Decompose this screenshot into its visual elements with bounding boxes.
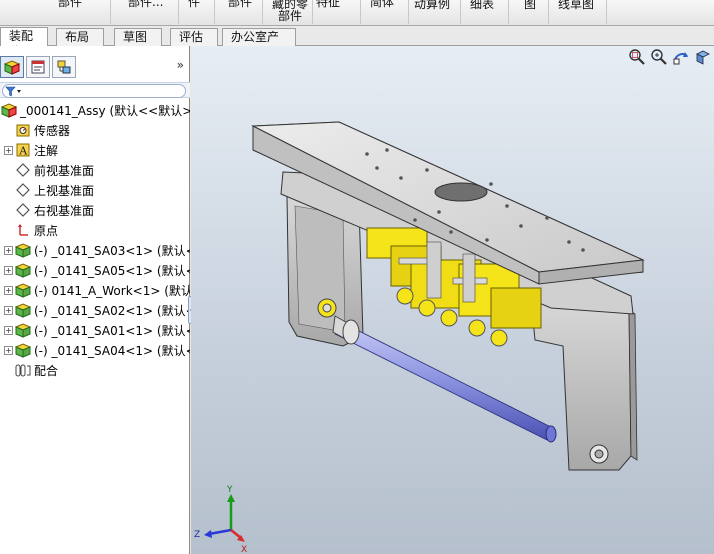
tree-item-label: (-) _0141_SA02<1> (默认< — [34, 303, 190, 318]
tree-item-label: 原点 — [34, 223, 59, 238]
feature-tree-icon — [3, 60, 21, 75]
panel-expand-icon[interactable]: » — [177, 58, 184, 72]
tree-expand-toggle[interactable]: + — [4, 345, 13, 355]
feature-tree: _000141_Assy (默认<<默认>_ 传感器 + A 注解前视基准面上视基准面右… — [0, 100, 190, 500]
configuration-manager-icon — [57, 60, 71, 74]
tree-item[interactable]: 前视基准面 — [0, 160, 190, 180]
configuration-manager-tab[interactable] — [52, 56, 76, 78]
tree-expand-toggle[interactable]: + — [4, 145, 13, 155]
ribbon-button-drawing[interactable]: 图 — [524, 0, 536, 10]
tree-expand-toggle[interactable]: + — [4, 305, 13, 315]
tree-item[interactable]: _000141_Assy (默认<<默认>_ — [0, 100, 190, 120]
tree-item[interactable]: + (-) _0141_SA04<1> (默认< — [0, 340, 190, 360]
annotation-icon: A — [14, 141, 32, 159]
subassembly-icon — [14, 281, 32, 299]
tree-filter-input[interactable] — [2, 84, 186, 98]
tab-office-products[interactable]: 办公室产品 — [222, 28, 296, 60]
tab-layout[interactable]: 布局 — [56, 28, 104, 46]
tree-item-label: (-) _0141_SA05<1> (默认< — [34, 263, 190, 278]
ribbon-button-motion-study[interactable]: 动算例 — [414, 0, 450, 10]
subassembly-icon — [14, 301, 32, 319]
plane-icon — [14, 201, 32, 219]
sensor-icon — [14, 121, 32, 139]
subassembly-icon — [14, 341, 32, 359]
tree-expand-toggle[interactable]: + — [4, 285, 13, 295]
tree-expand-toggle[interactable]: + — [4, 325, 13, 335]
tab-assembly[interactable]: 装配体 — [0, 27, 48, 59]
graphics-viewport[interactable]: Y Z X — [191, 46, 714, 554]
tree-item[interactable]: 配合 — [0, 360, 190, 380]
triad-y-label: Y — [226, 485, 233, 495]
tree-item-label: (-) 0141_A_Work<1> (默认 — [34, 283, 190, 298]
tree-item[interactable]: + (-) _0141_SA05<1> (默认< — [0, 260, 190, 280]
triad-x-label: X — [241, 545, 247, 554]
tree-item-label: (-) _0141_SA01<1> (默认< — [34, 323, 190, 338]
ribbon-button-feature[interactable]: 特征 — [316, 0, 340, 8]
feature-manager-tab[interactable] — [0, 56, 24, 78]
triad-z-label: Z — [194, 530, 200, 540]
mates-icon — [14, 361, 32, 379]
tree-item-label: 上视基准面 — [34, 183, 95, 198]
filter-funnel-icon — [5, 86, 21, 97]
tree-item-label: 右视基准面 — [34, 203, 95, 218]
tree-item-label: (-) _0141_SA03<1> (默认< — [34, 243, 190, 258]
tree-item-label: _000141_Assy (默认<<默认>_ — [20, 103, 190, 118]
assembly-model[interactable]: Y Z X — [191, 46, 714, 554]
tree-item[interactable]: + (-) _0141_SA03<1> (默认< — [0, 240, 190, 260]
coordinate-triad: Y Z X — [194, 485, 247, 554]
tree-item[interactable]: 右视基准面 — [0, 200, 190, 220]
tree-item-label: 配合 — [34, 363, 59, 378]
tree-expand-toggle[interactable]: + — [4, 265, 13, 275]
tree-item[interactable]: 传感器 — [0, 120, 190, 140]
subassembly-icon — [14, 261, 32, 279]
tree-item-label: (-) _0141_SA04<1> (默认< — [34, 343, 190, 358]
subassembly-icon — [14, 321, 32, 339]
assembly-icon — [0, 101, 18, 119]
command-ribbon: 部件 部件... 件 部件 藏的零 部件 特征 简体 动算例 细表 图 线草图 — [0, 0, 714, 26]
tree-item[interactable]: 上视基准面 — [0, 180, 190, 200]
tree-item[interactable]: + (-) _0141_SA01<1> (默认< — [0, 320, 190, 340]
command-manager-tabs: 装配体 布局 草图 评估 办公室产品 — [0, 26, 714, 60]
plane-icon — [14, 161, 32, 179]
tab-sketch[interactable]: 草图 — [114, 28, 162, 46]
panel-toolbar: » — [0, 54, 190, 80]
svg-text:A: A — [18, 145, 28, 158]
tree-item[interactable]: + (-) _0141_SA02<1> (默认< — [0, 300, 190, 320]
property-manager-tab[interactable] — [26, 56, 50, 78]
ribbon-button-part[interactable]: 部件 — [58, 0, 82, 8]
tree-expand-toggle[interactable]: + — [4, 245, 13, 255]
tree-item[interactable]: + A 注解 — [0, 140, 190, 160]
tree-item-label: 前视基准面 — [34, 163, 95, 178]
ribbon-button-insert-part[interactable]: 部件 — [228, 0, 252, 8]
tree-item-label: 注解 — [34, 143, 59, 158]
plane-icon — [14, 181, 32, 199]
tree-item[interactable]: + (-) 0141_A_Work<1> (默认 — [0, 280, 190, 300]
tree-item[interactable]: 原点 — [0, 220, 190, 240]
ribbon-button-hidden-parts[interactable]: 藏的零 部件 — [270, 0, 310, 22]
tree-item-label: 传感器 — [34, 123, 71, 138]
filter-row — [0, 82, 190, 98]
tab-evaluate[interactable]: 评估 — [170, 28, 218, 46]
feature-manager-panel: » _000141_Assy (默认<<默认>_ 传感器 + A 注解前视基准面上视基准… — [0, 46, 196, 554]
origin-icon — [14, 221, 32, 239]
ribbon-button-sketch[interactable]: 线草图 — [558, 0, 594, 10]
subassembly-icon — [14, 241, 32, 259]
ribbon-button-simplify[interactable]: 简体 — [370, 0, 394, 8]
ribbon-button-bom[interactable]: 细表 — [470, 0, 494, 10]
ribbon-button-part-pattern[interactable]: 部件... — [128, 0, 163, 8]
property-manager-icon — [31, 60, 45, 74]
ribbon-button-component[interactable]: 件 — [188, 0, 200, 8]
